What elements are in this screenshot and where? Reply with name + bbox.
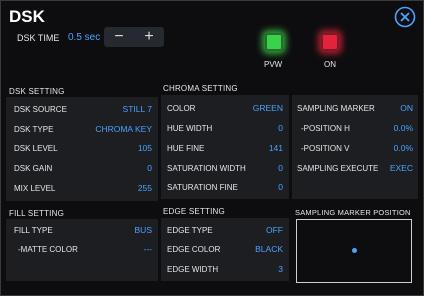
mix-level-label: MIX LEVEL xyxy=(14,184,56,193)
saturation-fine-label: SATURATION FINE xyxy=(167,183,238,192)
sampling-marker-value[interactable]: ON xyxy=(400,103,413,113)
edge-type-label: EDGE TYPE xyxy=(167,226,213,235)
fill-setting-section: FILL TYPE BUS -MATTE COLOR --- xyxy=(6,219,158,281)
hue-fine-label: HUE FINE xyxy=(167,144,205,153)
panel-title: DSK xyxy=(9,7,45,26)
dsk-setting-section: DSK SOURCE STILL 7 DSK TYPE CHROMA KEY D… xyxy=(6,97,158,201)
matte-color-value[interactable]: --- xyxy=(144,244,153,254)
position-v-value[interactable]: 0.0% xyxy=(394,143,413,153)
dsk-time-stepper: − + xyxy=(104,27,164,47)
saturation-fine-value[interactable]: 0 xyxy=(278,182,283,192)
mix-level-value[interactable]: 255 xyxy=(138,183,152,193)
edge-setting-section: EDGE TYPE OFF EDGE COLOR BLACK EDGE WIDT… xyxy=(161,218,289,281)
dsk-level-value[interactable]: 105 xyxy=(138,143,152,153)
dsk-setting-title: DSK SETTING xyxy=(9,87,65,96)
chroma-setting-right-section: SAMPLING MARKER ON -POSITION H 0.0% -POS… xyxy=(292,95,418,199)
sampling-marker-dot[interactable] xyxy=(352,248,357,253)
edge-type-value[interactable]: OFF xyxy=(266,225,283,235)
dsk-type-label: DSK TYPE xyxy=(14,125,54,134)
on-label: ON xyxy=(324,60,336,69)
dsk-panel: DSK DSK TIME 0.5 sec − + PVW ON DSK SETT… xyxy=(0,0,424,296)
pvw-label: PVW xyxy=(264,60,283,69)
matte-color-label: -MATTE COLOR xyxy=(18,245,78,254)
dsk-source-label: DSK SOURCE xyxy=(14,105,67,114)
saturation-width-value[interactable]: 0 xyxy=(278,163,283,173)
edge-color-label: EDGE COLOR xyxy=(167,245,221,254)
edge-color-value[interactable]: BLACK xyxy=(255,244,283,254)
decrement-button[interactable]: − xyxy=(104,27,134,47)
position-v-label: -POSITION V xyxy=(301,144,350,153)
edge-setting-title: EDGE SETTING xyxy=(163,207,225,216)
sampling-execute-button[interactable]: EXEC xyxy=(390,163,413,173)
dsk-time-value[interactable]: 0.5 sec xyxy=(68,32,100,43)
dsk-gain-value[interactable]: 0 xyxy=(147,163,152,173)
dsk-gain-label: DSK GAIN xyxy=(14,164,53,173)
dsk-time-label: DSK TIME xyxy=(17,33,60,43)
position-h-value[interactable]: 0.0% xyxy=(394,123,413,133)
pvw-lamp-button[interactable] xyxy=(265,33,283,51)
fill-type-value[interactable]: BUS xyxy=(135,225,152,235)
sampling-position-title: SAMPLING MARKER POSITION xyxy=(295,208,411,217)
sampling-marker-label: SAMPLING MARKER xyxy=(297,104,375,113)
edge-width-label: EDGE WIDTH xyxy=(167,265,219,274)
sampling-execute-label: SAMPLING EXECUTE xyxy=(297,164,379,173)
color-label: COLOR xyxy=(167,104,196,113)
color-value[interactable]: GREEN xyxy=(253,103,283,113)
fill-type-label: FILL TYPE xyxy=(14,226,53,235)
hue-width-label: HUE WIDTH xyxy=(167,124,213,133)
on-lamp-button[interactable] xyxy=(321,33,339,51)
hue-width-value[interactable]: 0 xyxy=(278,123,283,133)
fill-setting-title: FILL SETTING xyxy=(9,209,65,218)
dsk-type-value[interactable]: CHROMA KEY xyxy=(95,124,152,134)
chroma-setting-left-section: COLOR GREEN HUE WIDTH 0 HUE FINE 141 SAT… xyxy=(161,95,289,199)
saturation-width-label: SATURATION WIDTH xyxy=(167,164,246,173)
hue-fine-value[interactable]: 141 xyxy=(269,143,283,153)
chroma-setting-title: CHROMA SETTING xyxy=(163,84,238,93)
sampling-position-pad[interactable] xyxy=(296,219,412,283)
dsk-source-value[interactable]: STILL 7 xyxy=(123,104,152,114)
close-icon[interactable] xyxy=(394,6,416,28)
position-h-label: -POSITION H xyxy=(301,124,350,133)
edge-width-value[interactable]: 3 xyxy=(278,264,283,274)
dsk-level-label: DSK LEVEL xyxy=(14,144,58,153)
increment-button[interactable]: + xyxy=(134,27,164,47)
